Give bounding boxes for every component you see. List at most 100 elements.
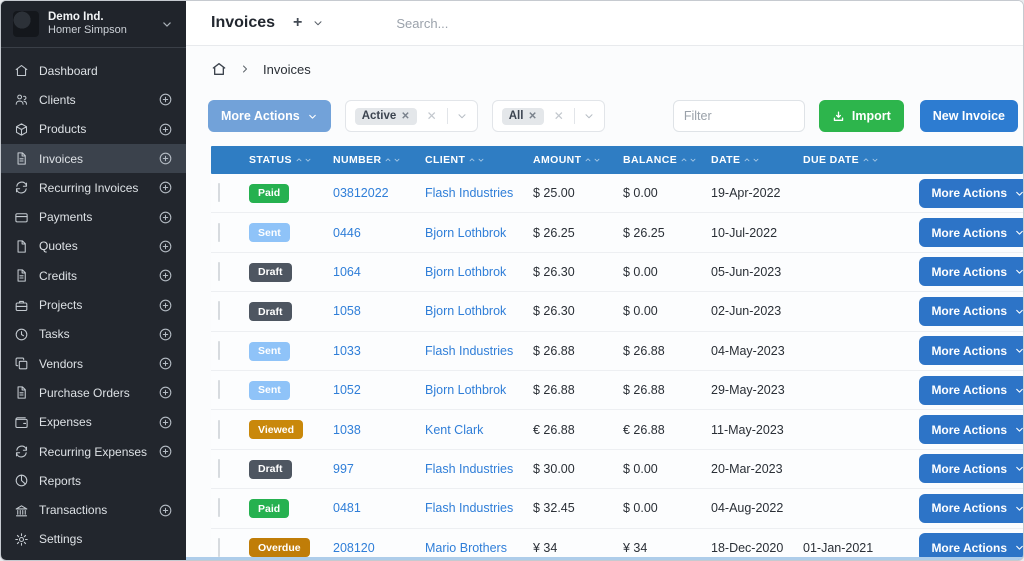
client-link[interactable]: Flash Industries bbox=[425, 462, 513, 476]
row-more-actions-button[interactable]: More Actions bbox=[919, 179, 1023, 208]
add-quote-icon[interactable] bbox=[158, 239, 173, 254]
add-recurring-invoice-icon[interactable] bbox=[158, 180, 173, 195]
sidebar-item-clients[interactable]: Clients bbox=[1, 85, 186, 114]
search-input[interactable] bbox=[396, 16, 696, 31]
import-button[interactable]: Import bbox=[819, 100, 904, 132]
row-more-actions-button[interactable]: More Actions bbox=[919, 218, 1023, 247]
sort-icons[interactable] bbox=[743, 156, 760, 164]
sidebar-item-invoices[interactable]: Invoices bbox=[1, 144, 186, 173]
add-invoice-icon[interactable] bbox=[158, 151, 173, 166]
add-project-icon[interactable] bbox=[158, 298, 173, 313]
filter-input[interactable] bbox=[673, 100, 805, 132]
row-more-actions-button[interactable]: More Actions bbox=[919, 415, 1023, 444]
sidebar-item-expenses[interactable]: Expenses bbox=[1, 408, 186, 437]
client-link[interactable]: Bjorn Lothbrok bbox=[425, 265, 506, 279]
add-client-icon[interactable] bbox=[158, 92, 173, 107]
add-task-icon[interactable] bbox=[158, 327, 173, 342]
column-header-balance[interactable]: BALANCE bbox=[623, 154, 711, 166]
row-more-actions-button[interactable]: More Actions bbox=[919, 494, 1023, 523]
sidebar-item-payments[interactable]: Payments bbox=[1, 202, 186, 231]
row-checkbox[interactable] bbox=[218, 341, 220, 360]
invoice-number-link[interactable]: 03812022 bbox=[333, 186, 389, 200]
row-checkbox[interactable] bbox=[218, 183, 220, 202]
sidebar-item-vendors[interactable]: Vendors bbox=[1, 349, 186, 378]
add-transaction-icon[interactable] bbox=[158, 503, 173, 518]
remove-chip-icon[interactable]: ✕ bbox=[401, 111, 409, 122]
row-checkbox[interactable] bbox=[218, 301, 220, 320]
invoice-number-link[interactable]: 1052 bbox=[333, 383, 361, 397]
add-purchase-order-icon[interactable] bbox=[158, 385, 173, 400]
sort-icons[interactable] bbox=[584, 156, 601, 164]
invoice-number-link[interactable]: 208120 bbox=[333, 541, 375, 555]
column-header-date[interactable]: DATE bbox=[711, 154, 803, 166]
client-link[interactable]: Bjorn Lothbrok bbox=[425, 304, 506, 318]
add-payment-icon[interactable] bbox=[158, 210, 173, 225]
invoice-number-link[interactable]: 1038 bbox=[333, 423, 361, 437]
column-header-number[interactable]: NUMBER bbox=[333, 154, 425, 166]
home-breadcrumb-icon[interactable] bbox=[211, 61, 227, 77]
chevron-down-icon[interactable] bbox=[456, 110, 468, 122]
new-invoice-button[interactable]: New Invoice bbox=[920, 100, 1018, 132]
row-checkbox[interactable] bbox=[218, 420, 220, 439]
sidebar-item-quotes[interactable]: Quotes bbox=[1, 232, 186, 261]
column-header-client[interactable]: CLIENT bbox=[425, 154, 533, 166]
client-filter-select[interactable]: All✕ ✕ bbox=[492, 100, 605, 132]
sidebar-item-projects[interactable]: Projects bbox=[1, 290, 186, 319]
sidebar-item-recurring-invoices[interactable]: Recurring Invoices bbox=[1, 173, 186, 202]
clear-select-icon[interactable]: ✕ bbox=[552, 109, 566, 123]
row-checkbox[interactable] bbox=[218, 380, 220, 399]
column-header-due-date[interactable]: DUE DATE bbox=[803, 154, 889, 166]
sort-icons[interactable] bbox=[468, 156, 485, 164]
title-dropdown-caret-icon[interactable] bbox=[312, 17, 324, 29]
sidebar-item-products[interactable]: Products bbox=[1, 115, 186, 144]
client-link[interactable]: Flash Industries bbox=[425, 501, 513, 515]
invoice-number-link[interactable]: 1033 bbox=[333, 344, 361, 358]
sidebar-item-credits[interactable]: Credits bbox=[1, 261, 186, 290]
column-header-amount[interactable]: AMOUNT bbox=[533, 154, 623, 166]
client-link[interactable]: Mario Brothers bbox=[425, 541, 507, 555]
chevron-down-icon[interactable] bbox=[583, 110, 595, 122]
add-credit-icon[interactable] bbox=[158, 268, 173, 283]
sort-icons[interactable] bbox=[384, 156, 401, 164]
client-link[interactable]: Bjorn Lothbrok bbox=[425, 383, 506, 397]
client-link[interactable]: Flash Industries bbox=[425, 344, 513, 358]
sidebar-item-settings[interactable]: Settings bbox=[1, 525, 186, 554]
row-checkbox[interactable] bbox=[218, 538, 220, 557]
row-more-actions-button[interactable]: More Actions bbox=[919, 376, 1023, 405]
add-recurring-expense-icon[interactable] bbox=[158, 444, 173, 459]
sidebar-item-recurring-expenses[interactable]: Recurring Expenses bbox=[1, 437, 186, 466]
status-filter-select[interactable]: Active✕ ✕ bbox=[345, 100, 478, 132]
row-checkbox[interactable] bbox=[218, 498, 220, 517]
row-more-actions-button[interactable]: More Actions bbox=[919, 533, 1023, 560]
remove-chip-icon[interactable]: ✕ bbox=[528, 111, 536, 122]
row-checkbox[interactable] bbox=[218, 262, 220, 281]
clear-select-icon[interactable]: ✕ bbox=[425, 109, 439, 123]
chevron-down-icon[interactable] bbox=[160, 17, 174, 31]
invoice-number-link[interactable]: 1058 bbox=[333, 304, 361, 318]
bulk-more-actions-button[interactable]: More Actions bbox=[208, 100, 331, 132]
account-menu[interactable]: Demo Ind. Homer Simpson bbox=[1, 1, 186, 48]
client-link[interactable]: Kent Clark bbox=[425, 423, 483, 437]
sidebar-item-reports[interactable]: Reports bbox=[1, 466, 186, 495]
sort-icons[interactable] bbox=[295, 156, 312, 164]
client-link[interactable]: Bjorn Lothbrok bbox=[425, 226, 506, 240]
client-link[interactable]: Flash Industries bbox=[425, 186, 513, 200]
add-product-icon[interactable] bbox=[158, 122, 173, 137]
sidebar-item-purchase-orders[interactable]: Purchase Orders bbox=[1, 378, 186, 407]
sidebar-item-transactions[interactable]: Transactions bbox=[1, 495, 186, 524]
column-header-status[interactable]: STATUS bbox=[249, 154, 333, 166]
row-more-actions-button[interactable]: More Actions bbox=[919, 336, 1023, 365]
row-more-actions-button[interactable]: More Actions bbox=[919, 454, 1023, 483]
invoice-number-link[interactable]: 1064 bbox=[333, 265, 361, 279]
sort-icons[interactable] bbox=[862, 156, 879, 164]
new-invoice-quick-button[interactable]: + bbox=[293, 14, 302, 32]
invoice-number-link[interactable]: 0481 bbox=[333, 501, 361, 515]
sidebar-item-dashboard[interactable]: Dashboard bbox=[1, 56, 186, 85]
row-more-actions-button[interactable]: More Actions bbox=[919, 297, 1023, 326]
row-checkbox[interactable] bbox=[218, 223, 220, 242]
row-checkbox[interactable] bbox=[218, 459, 220, 478]
invoice-number-link[interactable]: 997 bbox=[333, 462, 354, 476]
add-expense-icon[interactable] bbox=[158, 415, 173, 430]
sidebar-item-tasks[interactable]: Tasks bbox=[1, 320, 186, 349]
row-more-actions-button[interactable]: More Actions bbox=[919, 257, 1023, 286]
